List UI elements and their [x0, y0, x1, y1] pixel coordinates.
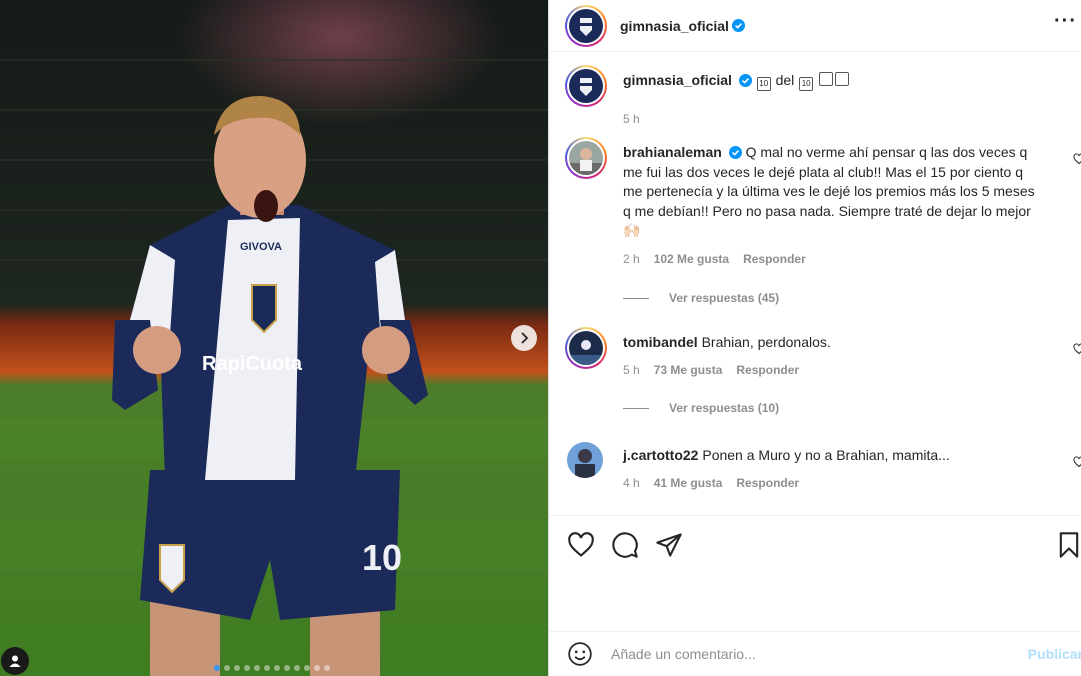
comment-likes[interactable]: 73 Me gusta — [654, 363, 723, 377]
like-button[interactable] — [567, 531, 595, 559]
carousel-dot — [314, 665, 320, 671]
carousel-dot — [254, 665, 260, 671]
comment-username[interactable]: tomibandel — [623, 334, 698, 350]
verified-badge-icon — [728, 146, 742, 159]
smiley-icon — [568, 642, 592, 666]
avatar-photo-icon — [567, 442, 603, 478]
carousel-dot — [234, 665, 240, 671]
commenter-avatar[interactable] — [565, 327, 607, 369]
user-tag-icon — [9, 655, 21, 667]
carousel-dot — [224, 665, 230, 671]
caption-text: del — [771, 72, 799, 88]
verified-badge-icon — [738, 74, 752, 87]
emoji-picker-button[interactable] — [567, 641, 593, 667]
comment-like-icon[interactable] — [1073, 343, 1081, 355]
view-replies-label: Ver respuestas (10) — [669, 401, 780, 415]
avatar-photo-icon — [569, 141, 603, 175]
comment-username[interactable]: j.cartotto22 — [623, 447, 698, 463]
keycap-ten-icon: 10 — [799, 77, 814, 91]
carousel-dot — [304, 665, 310, 671]
carousel-dot — [324, 665, 330, 671]
comment-text: Brahian, perdonalos. — [701, 334, 831, 350]
carousel-dot — [214, 665, 220, 671]
jersey-sponsor-text: RapiCuota — [202, 353, 303, 375]
post-actions-bar — [549, 515, 1081, 631]
comment-like-icon[interactable] — [1073, 456, 1081, 468]
comment-reply-button[interactable]: Responder — [736, 476, 799, 490]
view-replies-label: Ver respuestas (45) — [669, 291, 780, 305]
comment-reply-button[interactable]: Responder — [743, 252, 806, 266]
heart-icon — [568, 532, 594, 557]
carousel-dot — [264, 665, 270, 671]
comments-list[interactable]: gimnasia_oficial 10 del 10 5 h brahianal… — [549, 52, 1081, 514]
replies-line — [623, 407, 649, 409]
comment-reply-button[interactable]: Responder — [736, 363, 799, 377]
caption-avatar[interactable] — [565, 65, 607, 107]
verified-badge-icon — [731, 19, 745, 32]
carousel-indicator — [214, 665, 330, 671]
comment-icon — [612, 532, 638, 558]
commenter-avatar[interactable] — [565, 137, 607, 179]
post-details-panel: gimnasia_oficial ··· gimnasia_oficial 10… — [549, 0, 1081, 676]
view-replies-button[interactable]: Ver respuestas (45) — [623, 291, 779, 305]
emoji-icon — [819, 72, 834, 86]
comment-button[interactable] — [611, 531, 639, 559]
comment-likes[interactable]: 41 Me gusta — [654, 476, 723, 490]
comment-text: Ponen a Muro y no a Brahian, mamita... — [702, 447, 950, 463]
caption-time: 5 h — [623, 112, 640, 126]
comment-time: 5 h — [623, 363, 640, 377]
club-crest-icon — [569, 8, 603, 43]
comment-time: 2 h — [623, 252, 640, 266]
share-button[interactable] — [655, 531, 683, 559]
carousel-dot — [294, 665, 300, 671]
club-crest-icon — [569, 69, 603, 103]
keycap-ten-icon: 10 — [756, 77, 771, 91]
post-photo[interactable]: RapiCuota 10 GIVOVA — [0, 0, 548, 676]
post-header: gimnasia_oficial ··· — [549, 0, 1081, 52]
author-username[interactable]: gimnasia_oficial — [620, 18, 729, 34]
carousel-dot — [284, 665, 290, 671]
comment-username[interactable]: brahianaleman — [623, 144, 722, 160]
emoji-icon — [835, 72, 850, 86]
replies-line — [623, 297, 649, 299]
more-options-icon[interactable]: ··· — [1054, 10, 1077, 33]
share-icon — [656, 533, 682, 557]
player-celebration-image: RapiCuota 10 GIVOVA — [0, 0, 548, 676]
save-button[interactable] — [1055, 531, 1081, 559]
comment-composer: Publicar — [549, 631, 1081, 676]
comment-like-icon[interactable] — [1073, 153, 1081, 165]
comment-likes[interactable]: 102 Me gusta — [654, 252, 729, 266]
bookmark-icon — [1059, 532, 1079, 558]
tagged-users-button[interactable] — [1, 647, 29, 675]
comment-time: 4 h — [623, 476, 640, 490]
avatar-photo-icon — [569, 331, 603, 365]
jersey-brand-text: GIVOVA — [240, 241, 282, 253]
carousel-dot — [244, 665, 250, 671]
author-avatar[interactable] — [565, 4, 607, 47]
view-replies-button[interactable]: Ver respuestas (10) — [623, 401, 779, 415]
comment-input[interactable] — [611, 646, 991, 662]
chevron-right-icon — [521, 332, 529, 344]
jersey-number-text: 10 — [362, 537, 402, 578]
commenter-avatar[interactable] — [567, 442, 603, 478]
caption-username[interactable]: gimnasia_oficial — [623, 72, 732, 88]
carousel-next-button[interactable] — [511, 325, 537, 351]
post-comment-button[interactable]: Publicar — [1028, 646, 1081, 662]
carousel-dot — [274, 665, 280, 671]
